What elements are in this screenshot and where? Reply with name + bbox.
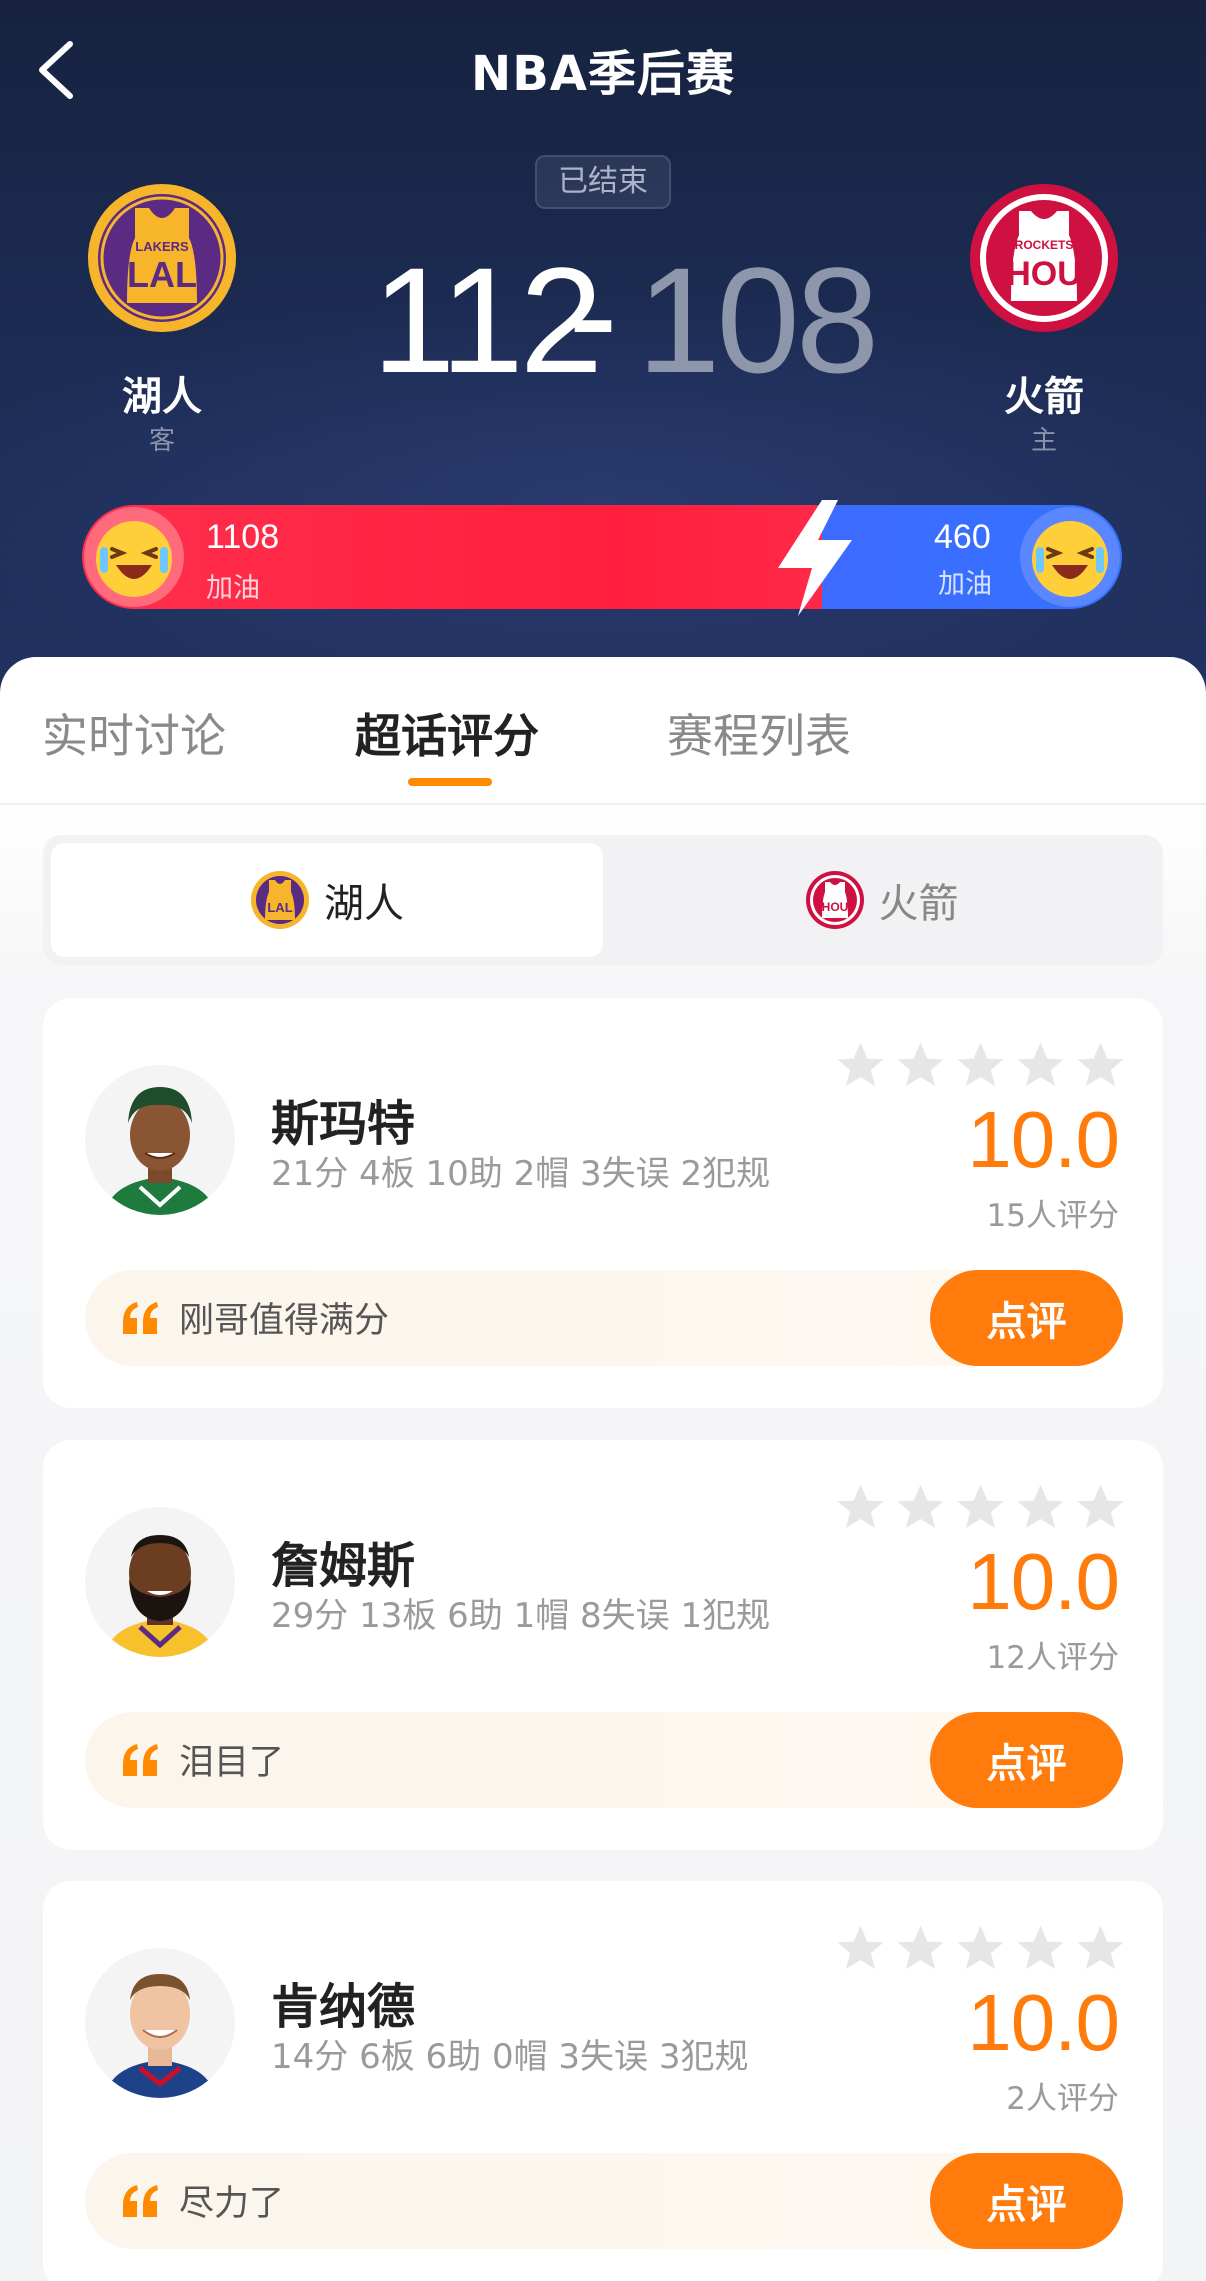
quote-icon — [123, 2185, 158, 2217]
team-option-label: 火箭 — [878, 881, 959, 927]
player-stats: 21分 4板 10助 2帽 3失误 2犯规 — [271, 1154, 771, 1194]
away-score: 112 — [372, 236, 603, 404]
rater-count: 12人评分 — [986, 1640, 1119, 1676]
lakers-logo-icon: LAL — [251, 871, 309, 929]
home-cheer-label: 加油 — [938, 569, 992, 600]
tabs-divider — [0, 803, 1206, 805]
tab-bar: 实时讨论 超话评分 赛程列表 — [0, 700, 1206, 800]
cheer-bar-away[interactable] — [82, 505, 852, 609]
home-cheer-count: 460 — [934, 518, 991, 556]
player-rating: 10.0 — [967, 1978, 1120, 2067]
team-option-lakers[interactable]: LAL 湖人 — [51, 843, 603, 957]
player-avatar[interactable] — [85, 1948, 235, 2098]
comment-text: 泪目了 — [179, 1743, 285, 1783]
quote-icon — [123, 1744, 158, 1776]
review-button[interactable]: 点评 — [930, 1270, 1123, 1366]
away-cheer-label: 加油 — [206, 573, 260, 604]
star-icon[interactable] — [1013, 1038, 1068, 1093]
star-icon[interactable] — [833, 1480, 888, 1535]
team-option-label: 湖人 — [324, 881, 404, 927]
player-rating: 10.0 — [967, 1095, 1120, 1184]
star-icon[interactable] — [893, 1480, 948, 1535]
star-rating[interactable] — [833, 1921, 1133, 1977]
svg-text:ROCKETS: ROCKETS — [1015, 238, 1074, 252]
player-rating: 10.0 — [967, 1537, 1120, 1626]
star-rating[interactable] — [833, 1480, 1133, 1536]
star-icon[interactable] — [893, 1038, 948, 1093]
svg-text:LAL: LAL — [127, 254, 197, 295]
star-icon[interactable] — [1073, 1038, 1128, 1093]
star-icon[interactable] — [1073, 1921, 1128, 1976]
tab-live-discussion[interactable]: 实时讨论 — [42, 700, 226, 766]
away-team-role: 客 — [148, 426, 175, 456]
svg-text:HOU: HOU — [1006, 255, 1082, 293]
player-card: 斯玛特 21分 4板 10助 2帽 3失误 2犯规 10.0 15人评分 刚哥值… — [43, 998, 1163, 1408]
player-stats: 29分 13板 6助 1帽 8失误 1犯规 — [271, 1596, 771, 1636]
star-icon[interactable] — [1013, 1921, 1068, 1976]
svg-text:LAKERS: LAKERS — [135, 239, 189, 254]
svg-text:LAL: LAL — [267, 900, 292, 915]
cheer-emoji-icon[interactable] — [82, 505, 186, 609]
star-icon[interactable] — [1013, 1480, 1068, 1535]
rater-count: 2人评分 — [1006, 2081, 1119, 2117]
away-team-name: 湖人 — [122, 374, 202, 420]
star-icon[interactable] — [893, 1921, 948, 1976]
team-switch: LAL 湖人 HOU 火箭 — [43, 835, 1163, 965]
score-separator: - — [568, 230, 618, 398]
tab-rating[interactable]: 超话评分 — [355, 700, 539, 766]
player-card: 詹姆斯 29分 13板 6助 1帽 8失误 1犯规 10.0 12人评分 泪目了… — [43, 1440, 1163, 1850]
lightning-icon — [778, 500, 852, 616]
star-icon[interactable] — [833, 1921, 888, 1976]
comment-text: 刚哥值得满分 — [179, 1301, 390, 1341]
review-button[interactable]: 点评 — [930, 2153, 1123, 2249]
player-name: 斯玛特 — [271, 1096, 416, 1152]
quote-icon — [123, 1302, 158, 1334]
active-tab-indicator — [408, 778, 492, 786]
svg-text:HOU: HOU — [821, 900, 848, 914]
game-status-badge: 已结束 — [535, 155, 671, 209]
star-icon[interactable] — [833, 1038, 888, 1093]
player-card: 肯纳德 14分 6板 6助 0帽 3失误 3犯规 10.0 2人评分 尽力了 点… — [43, 1881, 1163, 2281]
page-title: NBA季后赛 — [471, 46, 735, 102]
player-stats: 14分 6板 6助 0帽 3失误 3犯规 — [271, 2037, 749, 2077]
rockets-logo-icon: HOU — [805, 871, 864, 929]
away-cheer-count: 1108 — [206, 518, 280, 556]
cheer-emoji-icon[interactable] — [1018, 505, 1122, 609]
star-icon[interactable] — [1073, 1480, 1128, 1535]
team-option-rockets[interactable]: HOU 火箭 — [608, 843, 1155, 957]
home-team-role: 主 — [1030, 426, 1057, 456]
player-avatar[interactable] — [85, 1507, 235, 1657]
home-score: 108 — [637, 236, 879, 404]
star-icon[interactable] — [953, 1921, 1008, 1976]
home-team-name: 火箭 — [1004, 374, 1084, 420]
star-icon[interactable] — [953, 1480, 1008, 1535]
review-button[interactable]: 点评 — [930, 1712, 1123, 1808]
player-avatar[interactable] — [85, 1065, 235, 1215]
star-rating[interactable] — [833, 1038, 1133, 1094]
player-name: 肯纳德 — [271, 1979, 416, 2035]
comment-text: 尽力了 — [179, 2184, 285, 2224]
tab-schedule[interactable]: 赛程列表 — [667, 700, 851, 766]
lakers-logo[interactable]: LAKERS LAL — [87, 183, 237, 333]
star-icon[interactable] — [953, 1038, 1008, 1093]
player-name: 詹姆斯 — [271, 1538, 416, 1594]
rater-count: 15人评分 — [986, 1198, 1119, 1234]
rockets-logo[interactable]: ROCKETS HOU — [969, 183, 1119, 333]
